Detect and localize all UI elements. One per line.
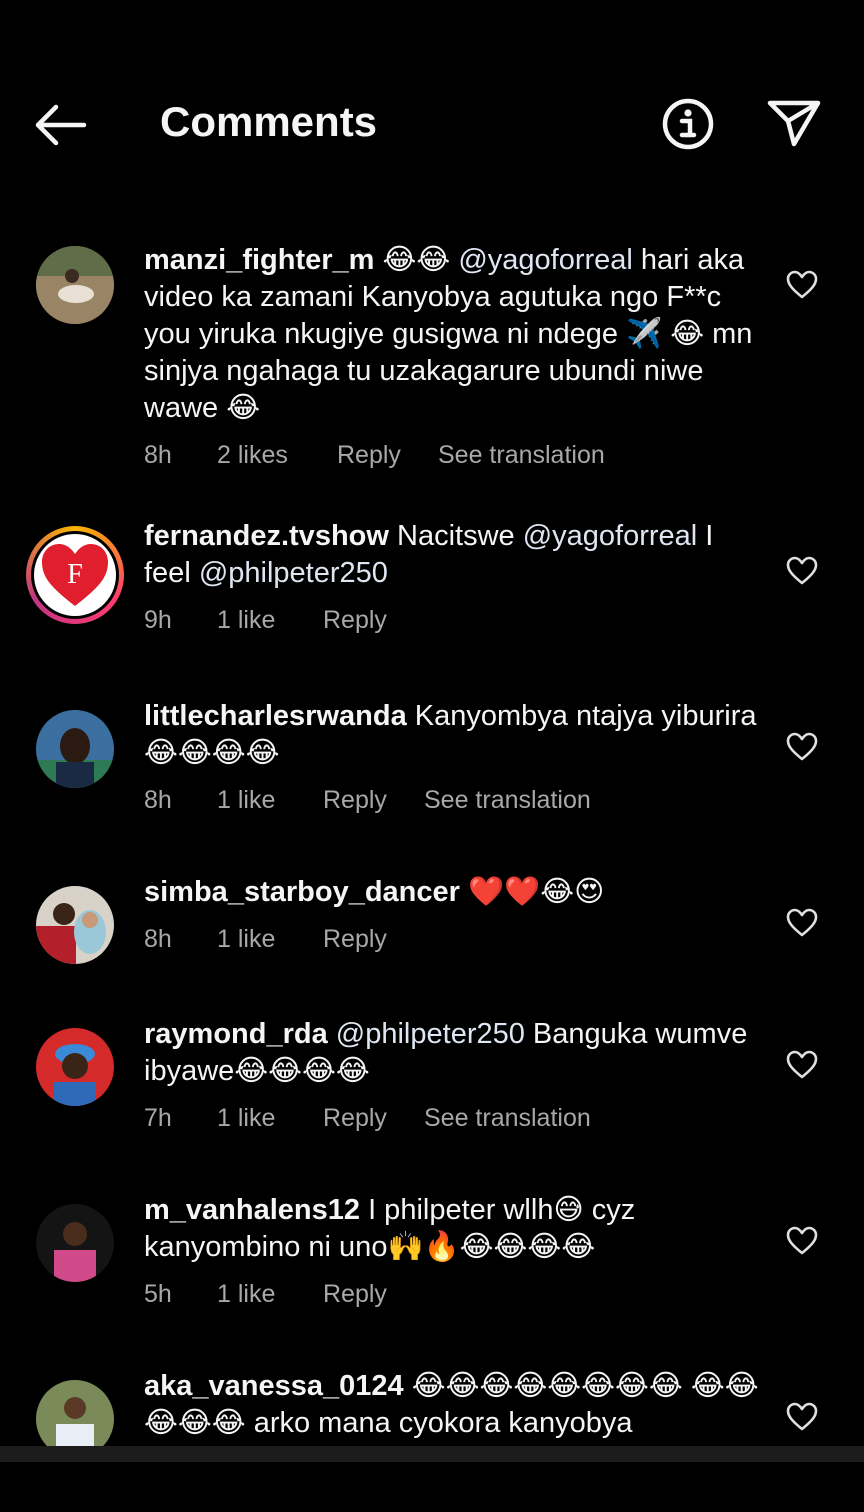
- comment-time: 5h: [144, 1280, 172, 1308]
- reply-button[interactable]: Reply: [323, 925, 387, 954]
- comment-username[interactable]: simba_starboy_dancer: [144, 876, 460, 908]
- reply-button[interactable]: Reply: [323, 606, 387, 635]
- reply-button[interactable]: Reply: [323, 1280, 387, 1309]
- comment-body: simba_starboy_dancer ❤️❤️😂😍 8h 1 like Repl…: [144, 874, 764, 954]
- comment-body: fernandez.tvshow Nacitswe @yagoforreal I…: [144, 518, 764, 635]
- heart-icon: [786, 1050, 818, 1079]
- comment-body: m_vanhalens12 I philpeter wllh😅 cyz kany…: [144, 1192, 764, 1309]
- heart-icon: [786, 556, 818, 585]
- avatar[interactable]: F: [26, 526, 124, 624]
- heart-icon: [786, 908, 818, 937]
- like-button[interactable]: [786, 908, 818, 938]
- comment-item: raymond_rda @philpeter250 Banguka wumve …: [0, 1018, 864, 1196]
- heart-icon: [786, 270, 818, 299]
- comment-item: littlecharlesrwanda Kanyombya ntajya yib…: [0, 700, 864, 878]
- avatar[interactable]: [36, 246, 114, 324]
- page-title: Comments: [160, 98, 378, 145]
- bottom-edge: [0, 1446, 864, 1462]
- comment-meta: 8h 1 like Reply See translation: [144, 786, 764, 815]
- mention-link[interactable]: @philpeter250: [336, 1018, 525, 1050]
- comment-list: manzi_fighter_m 😂😂 @yagoforreal hari aka…: [0, 238, 864, 1512]
- comment-body: raymond_rda @philpeter250 Banguka wumve …: [144, 1016, 764, 1133]
- mention-link[interactable]: @yagoforreal: [458, 244, 633, 276]
- comment-body: littlecharlesrwanda Kanyombya ntajya yib…: [144, 698, 764, 815]
- paper-plane-icon: [767, 100, 821, 147]
- comment-text: raymond_rda @philpeter250 Banguka wumve …: [144, 1016, 764, 1090]
- avatar[interactable]: [36, 886, 114, 964]
- heart-icon: [786, 1226, 818, 1255]
- comment-time: 8h: [144, 441, 172, 469]
- comment-text-segment: [328, 1018, 336, 1050]
- likes-count[interactable]: 1 like: [217, 925, 323, 954]
- see-translation-button[interactable]: See translation: [424, 1104, 591, 1133]
- comment-time: 8h: [144, 925, 172, 953]
- comment-meta: 5h 1 like Reply: [144, 1280, 764, 1309]
- comment-meta: 9h 1 like Reply: [144, 606, 764, 635]
- comment-text-segment: ❤️❤️😂😍: [459, 876, 605, 908]
- like-button[interactable]: [786, 1050, 818, 1080]
- avatar[interactable]: [36, 710, 114, 788]
- comment-time: 9h: [144, 606, 172, 634]
- comment-item: simba_starboy_dancer ❤️❤️😂😍 8h 1 like Repl…: [0, 876, 864, 1020]
- comment-username[interactable]: fernandez.tvshow: [144, 520, 389, 552]
- mention-link[interactable]: @yagoforreal: [523, 520, 698, 552]
- share-button[interactable]: [764, 96, 824, 152]
- like-button[interactable]: [786, 1402, 818, 1432]
- comment-body: aka_vanessa_0124 😂😂😂😂😂😂😂😂 😂😂😂😂😂 arko man…: [144, 1368, 764, 1442]
- comment-username[interactable]: manzi_fighter_m: [144, 244, 374, 276]
- comment-text-segment: 😂😂: [374, 244, 459, 276]
- likes-count[interactable]: 1 like: [217, 606, 323, 635]
- likes-count[interactable]: 1 like: [217, 1280, 323, 1309]
- comment-text: manzi_fighter_m 😂😂 @yagoforreal hari aka…: [144, 242, 764, 427]
- comment-item: manzi_fighter_m 😂😂 @yagoforreal hari aka…: [0, 238, 864, 526]
- avatar[interactable]: [36, 1204, 114, 1282]
- comment-item: m_vanhalens12 I philpeter wllh😅 cyz kany…: [0, 1194, 864, 1372]
- arrow-left-icon: [35, 104, 87, 146]
- info-circle-icon: [662, 98, 714, 150]
- back-button[interactable]: [30, 98, 90, 152]
- like-button[interactable]: [786, 270, 818, 300]
- likes-count[interactable]: 1 like: [217, 1104, 323, 1133]
- comment-text: littlecharlesrwanda Kanyombya ntajya yib…: [144, 698, 764, 772]
- like-button[interactable]: [786, 556, 818, 586]
- info-button[interactable]: [660, 96, 716, 152]
- comment-username[interactable]: m_vanhalens12: [144, 1194, 360, 1226]
- comment-text: fernandez.tvshow Nacitswe @yagoforreal I…: [144, 518, 764, 592]
- comment-username[interactable]: aka_vanessa_0124: [144, 1370, 404, 1402]
- comment-body: manzi_fighter_m 😂😂 @yagoforreal hari aka…: [144, 242, 764, 470]
- comment-meta: 8h 2 likes Reply See translation: [144, 441, 764, 470]
- comment-time: 8h: [144, 786, 172, 814]
- comment-text: aka_vanessa_0124 😂😂😂😂😂😂😂😂 😂😂😂😂😂 arko man…: [144, 1368, 764, 1442]
- reply-button[interactable]: Reply: [323, 786, 424, 815]
- see-translation-button[interactable]: See translation: [424, 786, 591, 815]
- like-button[interactable]: [786, 1226, 818, 1256]
- comment-item: F fernandez.tvshow Nacitswe @yagoforreal…: [0, 520, 864, 702]
- comment-text: simba_starboy_dancer ❤️❤️😂😍: [144, 874, 764, 911]
- comment-item: aka_vanessa_0124 😂😂😂😂😂😂😂😂 😂😂😂😂😂 arko man…: [0, 1370, 864, 1512]
- comment-meta: 7h 1 like Reply See translation: [144, 1104, 764, 1133]
- likes-count[interactable]: 2 likes: [217, 441, 337, 470]
- avatar[interactable]: [36, 1028, 114, 1106]
- comment-username[interactable]: raymond_rda: [144, 1018, 328, 1050]
- heart-icon: [786, 732, 818, 761]
- comment-time: 7h: [144, 1104, 172, 1132]
- like-button[interactable]: [786, 732, 818, 762]
- top-bar: Comments: [0, 0, 864, 200]
- comment-text-segment: Nacitswe: [388, 520, 523, 552]
- comment-text: m_vanhalens12 I philpeter wllh😅 cyz kany…: [144, 1192, 764, 1266]
- heart-icon: [786, 1402, 818, 1431]
- mention-link[interactable]: @philpeter250: [199, 557, 388, 589]
- see-translation-button[interactable]: See translation: [438, 441, 605, 470]
- reply-button[interactable]: Reply: [323, 1104, 424, 1133]
- comment-username[interactable]: littlecharlesrwanda: [144, 700, 407, 732]
- reply-button[interactable]: Reply: [337, 441, 438, 470]
- avatar-letter: F: [67, 559, 83, 590]
- comment-meta: 8h 1 like Reply: [144, 925, 764, 954]
- likes-count[interactable]: 1 like: [217, 786, 323, 815]
